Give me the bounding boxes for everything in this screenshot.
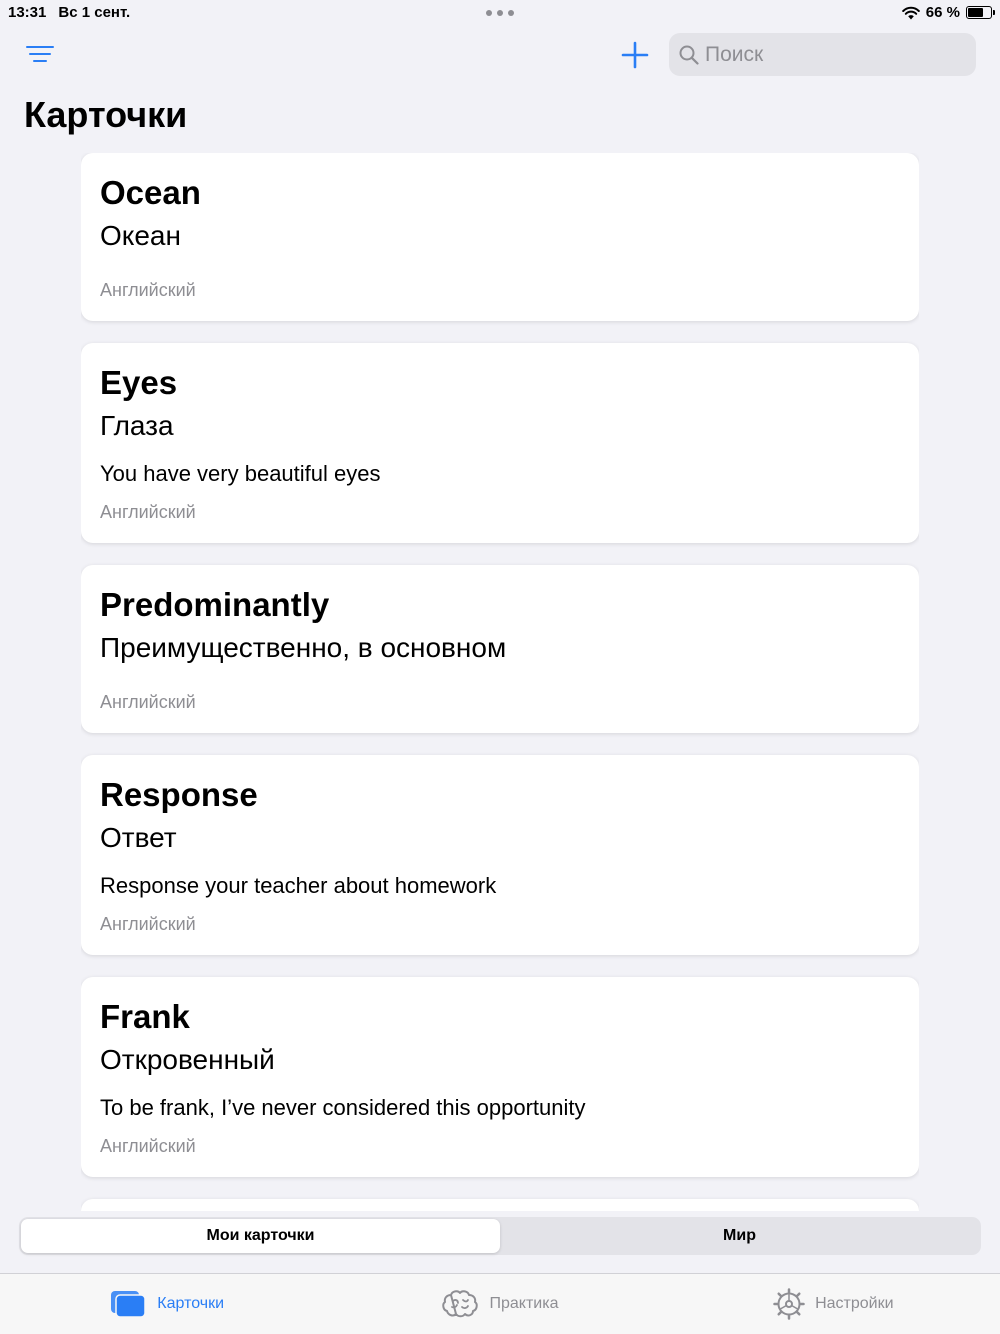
scope-segmented-control: Мои карточки Мир xyxy=(19,1217,981,1255)
card-word: Eyes xyxy=(100,364,178,401)
card-example: You have very beautiful eyes xyxy=(100,461,381,486)
filter-button[interactable] xyxy=(24,42,56,66)
gear-icon xyxy=(773,1288,805,1320)
tab-cards[interactable]: Карточки xyxy=(0,1274,333,1334)
search-icon xyxy=(679,45,699,65)
card-example: To be frank, I’ve never considered this … xyxy=(100,1095,586,1120)
cards-list: Ocean Океан Английский Eyes Глаза You have ve… xyxy=(81,153,919,1211)
card-word: Predominantly xyxy=(100,586,330,623)
card-word: Frank xyxy=(100,998,190,1035)
tab-label: Практика xyxy=(489,1295,559,1312)
flashcard[interactable]: Eyes Глаза You have very beautiful eyes Анг… xyxy=(81,343,919,543)
card-language: Английский xyxy=(100,692,196,712)
battery-icon xyxy=(966,6,995,19)
flashcard[interactable]: Ocean Океан Английский xyxy=(81,153,919,321)
card-word: Response xyxy=(100,776,258,813)
search-bar[interactable] xyxy=(669,33,976,76)
navigation-bar xyxy=(0,30,1000,80)
filter-icon xyxy=(26,46,54,62)
card-language: Английский xyxy=(100,280,196,300)
card-translation: Преимущественно, в основном xyxy=(100,632,507,663)
card-translation: Ответ xyxy=(100,822,177,853)
tab-label: Настройки xyxy=(815,1295,894,1312)
flashcard[interactable]: Predominantly Преимущественно, в основном… xyxy=(81,565,919,733)
tab-practice[interactable]: Практика xyxy=(333,1274,666,1334)
card-example: Response your teacher about homework xyxy=(100,873,497,898)
page-title: Карточки xyxy=(24,94,188,135)
multitasking-dots-icon[interactable] xyxy=(486,10,514,16)
tab-label: Карточки xyxy=(157,1295,225,1312)
status-left: 13:31 Вс 1 сент. xyxy=(8,4,130,21)
status-bar: 13:31 Вс 1 сент. 66 % xyxy=(0,0,1000,28)
flashcard[interactable]: Frank Откровенный To be frank, I’ve never … xyxy=(81,977,919,1177)
segment-world[interactable]: Мир xyxy=(500,1219,979,1253)
tab-bar: Карточки Практика Настройки xyxy=(0,1273,1000,1334)
tab-settings[interactable]: Настройки xyxy=(667,1274,1000,1334)
plus-icon xyxy=(621,41,649,69)
segment-my-cards[interactable]: Мои карточки xyxy=(21,1219,500,1253)
card-word: Ocean xyxy=(100,174,201,211)
card-translation: Глаза xyxy=(100,410,174,441)
cards-icon xyxy=(109,1289,147,1319)
status-right: 66 % xyxy=(901,4,995,21)
status-date: Вс 1 сент. xyxy=(58,4,131,21)
card-translation: Откровенный xyxy=(100,1044,275,1075)
flashcard[interactable]: Abero miemo xyxy=(81,1199,919,1211)
card-language: Английский xyxy=(100,502,196,522)
wifi-icon xyxy=(901,6,920,19)
card-translation: Океан xyxy=(100,220,181,251)
battery-percent: 66 % xyxy=(925,4,960,21)
card-language: Английский xyxy=(100,1136,196,1156)
search-input[interactable] xyxy=(705,42,945,67)
card-language: Английский xyxy=(100,914,196,934)
flashcard[interactable]: Response Ответ Response your teacher about… xyxy=(81,755,919,955)
status-time: 13:31 xyxy=(8,4,47,21)
add-card-button[interactable] xyxy=(618,38,652,72)
brain-icon xyxy=(441,1289,479,1319)
